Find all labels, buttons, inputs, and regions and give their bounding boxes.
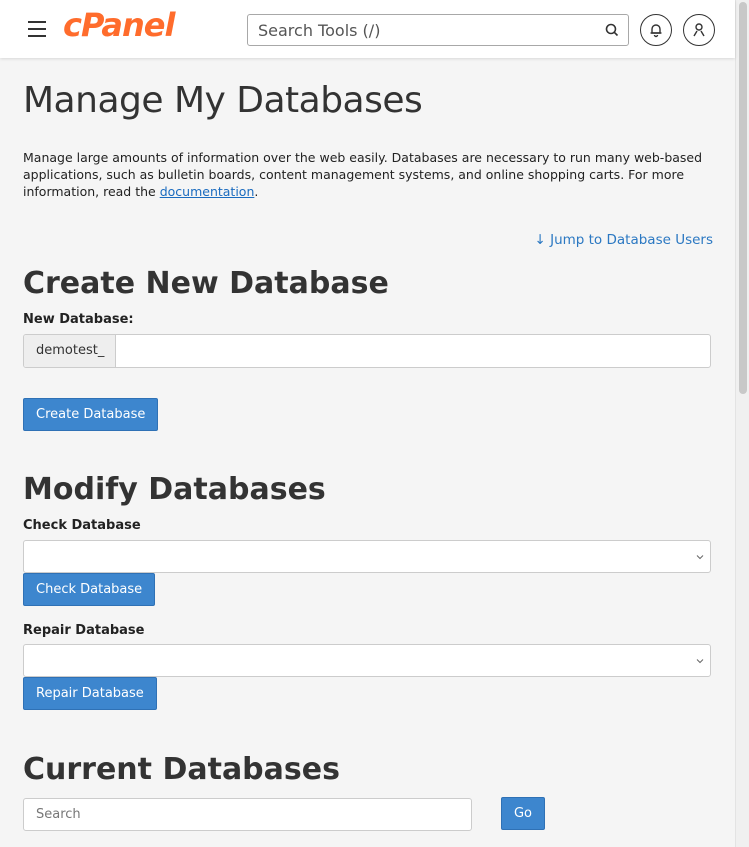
user-menu-button[interactable]: [683, 14, 715, 46]
notifications-button[interactable]: [640, 14, 672, 46]
page-title: Manage My Databases: [23, 80, 423, 121]
repair-database-button[interactable]: Repair Database: [23, 677, 157, 710]
create-database-heading: Create New Database: [23, 266, 389, 301]
search-icon[interactable]: [605, 23, 619, 37]
scrollbar-thumb[interactable]: [739, 2, 747, 394]
documentation-link[interactable]: documentation: [160, 184, 255, 199]
cpanel-logo[interactable]: cPanel: [63, 6, 175, 44]
jump-link-label: Jump to Database Users: [550, 232, 713, 248]
user-icon: [693, 23, 705, 37]
create-database-button[interactable]: Create Database: [23, 398, 159, 431]
database-prefix: demotest_: [24, 335, 116, 367]
check-database-button[interactable]: Check Database: [23, 573, 156, 606]
arrow-down-icon: ↓: [534, 232, 546, 248]
go-button[interactable]: Go: [501, 797, 545, 830]
menu-icon[interactable]: [28, 21, 46, 37]
chevron-down-icon: [696, 555, 704, 560]
chevron-down-icon: [696, 659, 704, 664]
page-description: Manage large amounts of information over…: [23, 149, 711, 200]
search-tools-box[interactable]: [247, 14, 629, 46]
description-text: Manage large amounts of information over…: [23, 150, 703, 199]
database-search-input[interactable]: [23, 798, 472, 831]
repair-database-label: Repair Database: [23, 623, 145, 638]
scrollbar[interactable]: [735, 0, 749, 847]
repair-database-select[interactable]: [23, 644, 711, 677]
new-database-input-group: demotest_: [23, 334, 711, 368]
top-bar: cPanel: [0, 0, 735, 58]
description-end: .: [254, 184, 259, 199]
new-database-label: New Database:: [23, 312, 134, 327]
modify-databases-heading: Modify Databases: [23, 472, 326, 507]
current-databases-heading: Current Databases: [23, 752, 340, 787]
bell-icon: [650, 24, 662, 38]
check-database-label: Check Database: [23, 518, 141, 533]
new-database-input[interactable]: [117, 335, 707, 367]
search-tools-input[interactable]: [258, 21, 588, 40]
jump-to-database-users-link[interactable]: ↓ Jump to Database Users: [534, 232, 713, 248]
check-database-select[interactable]: [23, 540, 711, 573]
